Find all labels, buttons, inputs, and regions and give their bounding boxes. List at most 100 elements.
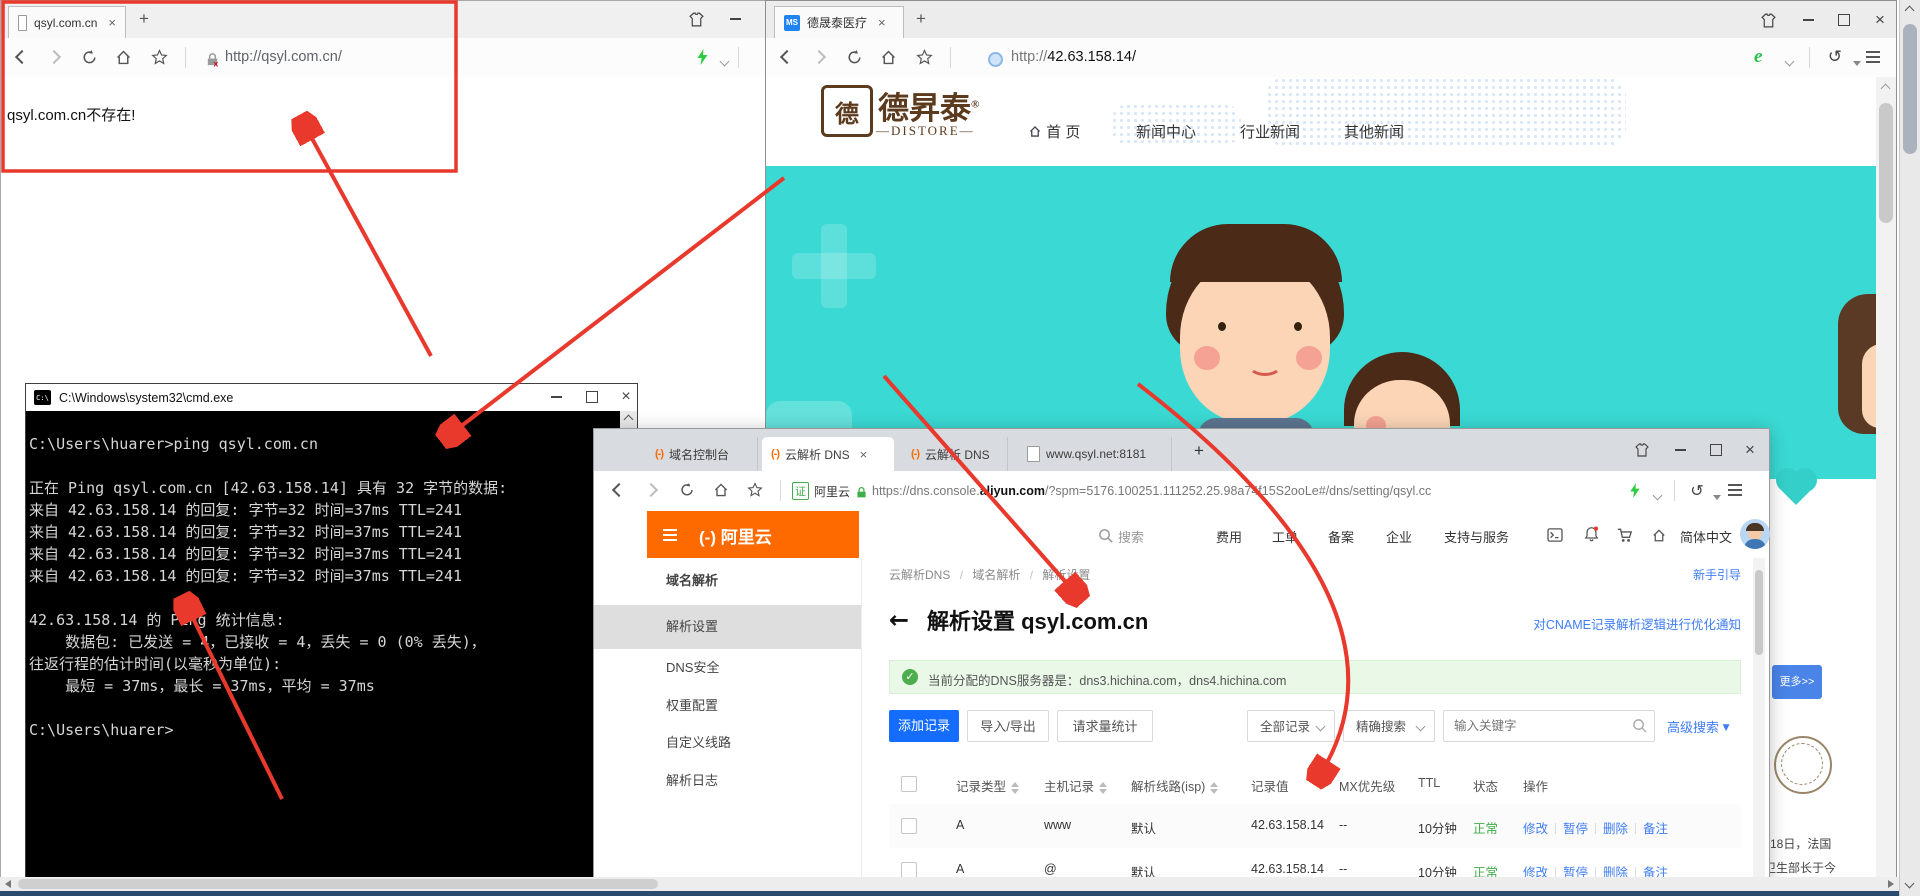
refresh-icon[interactable] <box>678 481 696 499</box>
tab-dns-active[interactable]: (-) 云解析 DNS × <box>762 437 894 471</box>
favorites-star-icon[interactable] <box>150 48 168 66</box>
tab-domain-console[interactable]: (-) 域名控制台 <box>646 437 758 471</box>
page-scrollbar[interactable] <box>1753 558 1765 896</box>
filter-all-records-dropdown[interactable]: 全部记录 <box>1247 710 1335 742</box>
menu-icon[interactable] <box>1864 48 1882 66</box>
forward-icon[interactable] <box>45 48 63 66</box>
maximize-button[interactable] <box>1704 438 1728 462</box>
hamburger-icon[interactable] <box>661 526 679 544</box>
minimize-button[interactable] <box>1796 8 1820 32</box>
filter-precise-dropdown[interactable]: 精确搜索 <box>1343 710 1435 742</box>
language-selector[interactable]: 简体中文 <box>1680 527 1732 546</box>
select-all-checkbox[interactable] <box>901 776 917 792</box>
refresh-icon[interactable] <box>80 48 98 66</box>
flash-extension-icon[interactable] <box>1626 481 1644 499</box>
page-scrollbar[interactable] <box>1876 77 1896 878</box>
tab-qsyl-net[interactable]: www.qsyl.net:8181 <box>1018 437 1172 471</box>
maximize-button[interactable] <box>580 385 604 409</box>
news-line[interactable]: 18日，法国 <box>1770 835 1831 852</box>
chevron-down-icon[interactable] <box>1780 52 1798 70</box>
sidebar-item-resolve-logs[interactable]: 解析日志 <box>594 762 861 800</box>
tab-qsyl[interactable]: qsyl.com.cn × <box>8 6 126 38</box>
scrollbar-thumb[interactable] <box>1755 570 1763 655</box>
feedback-shirt-icon[interactable] <box>684 7 708 31</box>
new-tab-button[interactable]: + <box>916 9 926 29</box>
col-line-isp[interactable]: 解析线路(isp) <box>1131 776 1219 795</box>
scrollbar-thumb[interactable] <box>18 879 658 889</box>
advanced-search-link[interactable]: 高级搜索 ▼ <box>1667 717 1730 736</box>
tab-distore[interactable]: MS 德晟泰医疗 × <box>774 6 904 38</box>
favorites-star-icon[interactable] <box>746 481 764 499</box>
home-icon[interactable] <box>879 48 897 66</box>
sidebar-item-weight-config[interactable]: 权重配置 <box>594 687 861 725</box>
delete-link[interactable]: 删除 <box>1603 822 1628 836</box>
scrollbar-thumb[interactable] <box>1903 24 1917 154</box>
minimize-button[interactable] <box>1668 438 1692 462</box>
avatar[interactable] <box>1740 519 1770 549</box>
address-input[interactable]: https://dns.console.aliyun.com/?spm=5176… <box>872 484 1431 498</box>
address-input[interactable]: http://qsyl.com.cn/ <box>225 49 342 65</box>
site-nav-home[interactable]: 首 页 <box>1028 121 1080 142</box>
home-icon[interactable] <box>712 481 730 499</box>
menu-support[interactable]: 支持与服务 <box>1444 527 1509 546</box>
scroll-right-icon[interactable] <box>1888 880 1894 888</box>
new-tab-button[interactable]: + <box>139 9 149 29</box>
close-tab-icon[interactable]: × <box>108 15 116 30</box>
close-tab-icon[interactable]: × <box>878 15 886 30</box>
search-icon[interactable] <box>1632 718 1647 738</box>
home-icon[interactable] <box>114 48 132 66</box>
scroll-left-icon[interactable] <box>5 880 11 888</box>
sidebar-item-dns-security[interactable]: DNS安全 <box>594 649 861 687</box>
close-button[interactable]: × <box>614 385 638 409</box>
breadcrumb-settings[interactable]: 解析设置 <box>1042 568 1090 582</box>
feedback-shirt-icon[interactable] <box>1630 438 1654 462</box>
menu-icp[interactable]: 备案 <box>1328 527 1354 546</box>
favorites-star-icon[interactable] <box>915 48 933 66</box>
sidebar-item-custom-line[interactable]: 自定义线路 <box>594 724 861 762</box>
home-icon[interactable] <box>1650 526 1668 544</box>
menu-billing[interactable]: 费用 <box>1216 527 1242 546</box>
row-checkbox[interactable] <box>901 862 917 878</box>
refresh-icon[interactable] <box>845 48 863 66</box>
terminal-icon[interactable] <box>1546 526 1564 544</box>
request-stats-button[interactable]: 请求量统计 <box>1057 710 1153 742</box>
forward-icon[interactable] <box>810 48 828 66</box>
site-nav-other[interactable]: 其他新闻 <box>1344 121 1404 142</box>
sidebar-item-domain-resolve[interactable]: 域名解析 <box>594 562 861 600</box>
guide-link[interactable]: 新手引导 <box>1693 566 1741 583</box>
col-host-record[interactable]: 主机记录 <box>1044 776 1108 795</box>
horizontal-scrollbar[interactable] <box>0 877 1899 891</box>
pause-link[interactable]: 暂停 <box>1563 822 1588 836</box>
tab-dns-2[interactable]: (-) 云解析 DNS <box>902 437 1008 471</box>
import-export-button[interactable]: 导入/导出 <box>967 710 1049 742</box>
maximize-button[interactable] <box>1832 8 1856 32</box>
breadcrumb-dns[interactable]: 云解析DNS <box>889 568 950 582</box>
breadcrumb-domain[interactable]: 域名解析 <box>972 568 1020 582</box>
cart-icon[interactable] <box>1616 526 1634 544</box>
ie-compat-icon[interactable]: e <box>1754 46 1762 68</box>
flash-extension-icon[interactable] <box>693 48 711 66</box>
menu-icon[interactable] <box>1726 481 1744 499</box>
modify-link[interactable]: 修改 <box>1523 822 1548 836</box>
chevron-down-icon[interactable] <box>1648 486 1666 504</box>
site-nav-news[interactable]: 新闻中心 <box>1136 121 1196 142</box>
aliyun-logo-block[interactable]: (-) 阿里云 <box>647 511 859 558</box>
add-record-button[interactable]: 添加记录 <box>889 710 959 742</box>
row-checkbox[interactable] <box>901 818 917 834</box>
site-nav-industry[interactable]: 行业新闻 <box>1240 121 1300 142</box>
back-icon[interactable] <box>610 481 628 499</box>
scrollbar-thumb[interactable] <box>1879 103 1893 223</box>
outer-vertical-scrollbar[interactable] <box>1899 0 1920 896</box>
back-icon[interactable] <box>13 48 31 66</box>
menu-enterprise[interactable]: 企业 <box>1386 527 1412 546</box>
close-button[interactable]: × <box>1738 438 1762 462</box>
new-tab-button[interactable]: + <box>1194 441 1204 461</box>
close-tab-icon[interactable]: × <box>860 447 868 462</box>
bell-icon[interactable] <box>1582 525 1600 543</box>
address-input[interactable]: http://42.63.158.14/ <box>1011 49 1136 65</box>
sidebar-item-resolve-settings[interactable]: 解析设置 <box>594 605 861 649</box>
table-row[interactable]: A www 默认 42.63.158.14 -- 10分钟 正常 修改 暂停 删除 备… <box>889 804 1741 849</box>
back-arrow-icon[interactable]: ← <box>889 606 909 634</box>
chevron-down-icon[interactable] <box>715 52 733 70</box>
back-icon[interactable] <box>778 48 796 66</box>
